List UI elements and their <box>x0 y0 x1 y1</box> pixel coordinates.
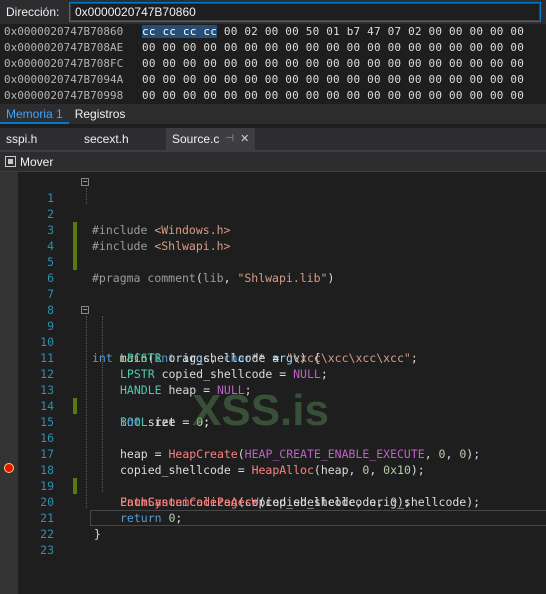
tab-memory-1[interactable]: Memoria 1 <box>0 104 69 124</box>
code-line[interactable]: 6 <box>18 254 546 285</box>
memory-address: 0x0000020747B70860 <box>4 25 124 38</box>
document-tabs: sspi.h secext.h Source.c ⊣ ✕ <box>0 128 546 152</box>
code-line[interactable]: 12 HANDLE heap = NULL; <box>18 350 546 397</box>
line-number: 23 <box>40 543 54 557</box>
breakpoint-icon[interactable] <box>4 463 14 473</box>
code-line[interactable]: 21 } <box>18 494 546 541</box>
code-line[interactable]: 18 PathCanonicalizeA(copied_shellcode, o… <box>18 446 546 509</box>
code-line[interactable]: 13 BOOL ret = 0; <box>18 366 546 429</box>
code-line[interactable]: 23 <box>18 526 546 557</box>
memory-address: 0x0000020747B708AE <box>4 41 124 54</box>
memory-grid[interactable]: 0x0000020747B70860 cc cc cc cc 00 02 00 … <box>0 24 546 104</box>
code-line[interactable]: 8 <box>18 286 546 317</box>
tab-label: Source.c <box>172 132 220 146</box>
memory-bytes[interactable]: 00 00 00 00 00 00 00 00 00 00 00 00 00 0… <box>142 88 524 104</box>
memory-row[interactable]: 0x0000020747B708AE 00 00 00 00 00 00 00 … <box>0 40 546 56</box>
code-line[interactable]: 11 LPSTR copied_shellcode = NULL; <box>18 334 546 381</box>
memory-address: 0x0000020747B7094A <box>4 73 124 86</box>
memory-selected-bytes[interactable]: cc cc cc cc <box>142 25 218 38</box>
watermark: XSS.is <box>192 386 329 435</box>
tab-label: sspi.h <box>6 132 38 146</box>
project-icon <box>5 156 16 167</box>
code-line[interactable]: 7 <box>18 270 546 301</box>
code-line[interactable]: 9 − int main(int argc, char** argv) { <box>18 302 546 366</box>
memory-row[interactable]: 0x0000020747B7094A 00 00 00 00 00 00 00 … <box>0 72 546 88</box>
close-icon[interactable]: ✕ <box>240 128 249 150</box>
memory-row[interactable]: 0x0000020747B70860 cc cc cc cc 00 02 00 … <box>0 24 546 40</box>
collapse-icon[interactable]: − <box>81 178 89 186</box>
navigation-bar[interactable]: Mover <box>0 152 546 172</box>
tab-source-c[interactable]: Source.c ⊣ ✕ <box>166 128 256 150</box>
collapse-icon[interactable]: − <box>81 306 89 314</box>
memory-row[interactable]: 0x0000020747B70998 00 00 00 00 00 00 00 … <box>0 88 546 104</box>
code-line[interactable]: 10 LPCSTR orig_shellcode = "\xcc\xcc\xcc… <box>18 318 546 365</box>
memory-bytes[interactable]: 00 00 00 00 00 00 00 00 00 00 00 00 00 0… <box>142 40 524 56</box>
pin-icon[interactable]: ⊣ <box>225 128 234 150</box>
tab-label: secext.h <box>84 132 129 146</box>
memory-row[interactable]: 0x0000020747B708FC 00 00 00 00 00 00 00 … <box>0 56 546 72</box>
code-editor[interactable]: 1 − #include <Windows.h> 2 #include <Shl… <box>0 172 546 594</box>
memory-bytes[interactable]: 00 00 00 00 00 00 00 00 00 00 00 00 00 0… <box>142 56 524 72</box>
breakpoint-margin[interactable] <box>0 172 18 594</box>
code-line[interactable]: 20 return 0; <box>18 478 546 525</box>
address-bar: Dirección: <box>0 0 546 24</box>
address-input[interactable] <box>69 2 541 22</box>
tab-sspi-h[interactable]: sspi.h <box>0 128 78 150</box>
tool-window-tabs: Memoria 1 Registros <box>0 104 546 124</box>
navigation-label: Mover <box>20 154 54 169</box>
code-line[interactable]: 19 EnumSystemCodePagesW(copied_shellcode… <box>18 462 546 509</box>
memory-bytes[interactable]: 00 02 00 00 50 01 b7 47 07 02 00 00 00 0… <box>217 25 524 38</box>
tab-registers[interactable]: Registros <box>69 104 132 124</box>
code-line[interactable]: 4 #pragma comment(lib, "Shlwapi.lib") <box>18 222 546 285</box>
memory-address: 0x0000020747B708FC <box>4 57 124 70</box>
code-line[interactable]: 2 #include <Shlwapi.h> <box>18 190 546 253</box>
code-line[interactable]: 5 <box>18 238 546 269</box>
memory-bytes[interactable]: 00 00 00 00 00 00 00 00 00 00 00 00 00 0… <box>142 72 524 88</box>
memory-address: 0x0000020747B70998 <box>4 89 124 102</box>
code-line[interactable]: 22 <box>18 510 546 541</box>
code-line[interactable]: 1 − #include <Windows.h> <box>18 174 546 238</box>
address-label: Dirección: <box>6 5 60 19</box>
code-line[interactable]: 3 <box>18 206 546 254</box>
tab-secext-h[interactable]: secext.h <box>78 128 166 150</box>
